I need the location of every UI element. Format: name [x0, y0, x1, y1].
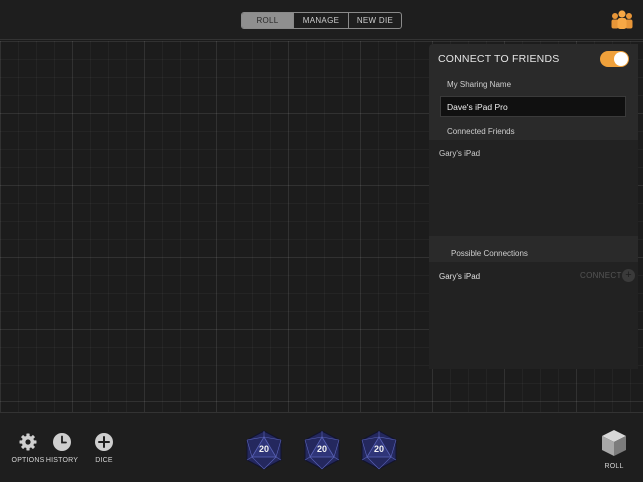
tab-new-die[interactable]: NEW DIE	[349, 13, 401, 28]
panel-title: CONNECT TO FRIENDS	[438, 53, 560, 65]
connected-friends-label: Connected Friends	[447, 127, 515, 136]
connect-toggle[interactable]	[600, 51, 629, 67]
possible-connections-label: Possible Connections	[451, 249, 528, 258]
plus-circle-icon	[95, 433, 113, 451]
dice-button[interactable]: DICE	[84, 432, 124, 464]
sharing-name-input[interactable]	[440, 96, 626, 117]
tab-roll[interactable]: ROLL	[242, 13, 294, 28]
roll-button[interactable]: ROLL	[600, 429, 628, 470]
die-top-face: 20	[258, 444, 269, 454]
list-item: Gary's iPad CONNECT +	[429, 262, 638, 290]
gear-icon	[19, 433, 37, 451]
die-top-face: 20	[373, 444, 384, 454]
sharing-section: My Sharing Name Connected Friends	[429, 74, 638, 140]
connect-panel: CONNECT TO FRIENDS My Sharing Name Conne…	[429, 44, 638, 369]
dice-label: DICE	[95, 457, 113, 464]
toggle-knob	[614, 52, 628, 66]
d20-die[interactable]: 20	[245, 430, 283, 470]
possible-connection-name: Gary's iPad	[439, 272, 481, 281]
list-item: Gary's iPad	[439, 149, 481, 158]
history-label: HISTORY	[45, 457, 79, 464]
people-icon	[611, 10, 633, 29]
bottom-toolbar: OPTIONS HISTORY DICE 20 20 20 ROLL	[0, 412, 643, 482]
possible-connections-header: Possible Connections	[429, 236, 638, 262]
clock-icon	[53, 433, 71, 451]
tab-manage[interactable]: MANAGE	[294, 13, 349, 28]
d20-die[interactable]: 20	[360, 430, 398, 470]
top-bar: ROLL MANAGE NEW DIE	[0, 0, 643, 40]
plus-circle-icon[interactable]: +	[622, 269, 635, 282]
sharing-name-label: My Sharing Name	[447, 80, 512, 89]
cube-icon	[602, 430, 626, 456]
roll-label: ROLL	[604, 463, 624, 470]
connected-friends-list: Gary's iPad	[429, 140, 638, 216]
mode-segmented-control: ROLL MANAGE NEW DIE	[241, 12, 402, 29]
friends-button[interactable]	[610, 10, 634, 30]
die-top-face: 20	[316, 444, 327, 454]
d20-die[interactable]: 20	[303, 430, 341, 470]
panel-header: CONNECT TO FRIENDS	[429, 44, 638, 74]
connect-button[interactable]: CONNECT	[580, 271, 622, 280]
history-button[interactable]: HISTORY	[42, 432, 82, 464]
